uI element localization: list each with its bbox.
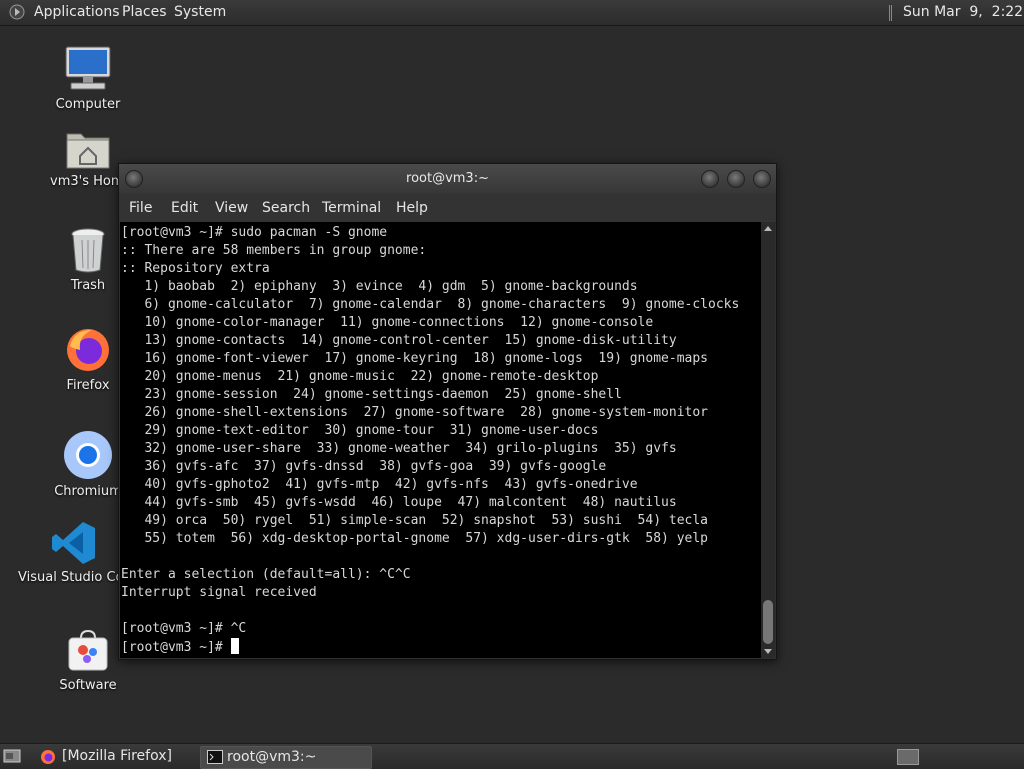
trash-icon (71, 228, 105, 273)
maximize-button[interactable] (727, 170, 745, 188)
taskbar-item-label: root@vm3:~ (227, 749, 317, 765)
menu-help[interactable]: Help (396, 200, 428, 216)
desktop-icon-label: Computer (55, 97, 121, 112)
terminal-line: 49) orca 50) rygel 51) simple-scan 52) s… (144, 513, 708, 528)
software-icon (68, 629, 108, 671)
terminal-line: :: There are 58 members in group gnome: (121, 243, 427, 258)
minimize-button[interactable] (701, 170, 719, 188)
taskbar-item-firefox[interactable]: [Mozilla Firefox] (36, 746, 196, 767)
terminal-line: [root@vm3 ~]# sudo pacman -S gnome (121, 225, 388, 240)
terminal-icon (207, 750, 223, 764)
scroll-down-arrow-icon[interactable] (764, 649, 772, 654)
terminal-line: [root@vm3 ~]# ^C (121, 621, 247, 636)
terminal-line: 29) gnome-text-editor 30) gnome-tour 31)… (144, 423, 599, 438)
system-menu[interactable]: System (174, 4, 226, 20)
terminal-window[interactable]: root@vm3:~ File Edit View Search Termina… (118, 163, 777, 660)
menu-file[interactable]: File (129, 200, 152, 216)
terminal-line: 40) gvfs-gphoto2 41) gvfs-mtp 42) gvfs-n… (144, 477, 638, 492)
terminal-line: 16) gnome-font-viewer 17) gnome-keyring … (144, 351, 708, 366)
computer-icon (65, 46, 111, 90)
terminal-line: 6) gnome-calculator 7) gnome-calendar 8)… (144, 297, 740, 312)
menu-edit[interactable]: Edit (171, 200, 198, 216)
terminal-line: Enter a selection (default=all): ^C^C (121, 567, 411, 582)
vscode-icon (52, 522, 95, 564)
terminal-lines: [root@vm3 ~]# sudo pacman -S gnome :: Th… (121, 225, 739, 636)
terminal-line: 23) gnome-session 24) gnome-settings-dae… (144, 387, 622, 402)
text-cursor (230, 638, 239, 654)
terminal-scrollbar[interactable] (761, 222, 775, 658)
menu-view[interactable]: View (215, 200, 248, 216)
terminal-line: 44) gvfs-smb 45) gvfs-wsdd 46) loupe 47)… (144, 495, 677, 510)
terminal-text: [root@vm3 ~]# sudo pacman -S gnome :: Th… (120, 222, 761, 657)
terminal-line: 36) gvfs-afc 37) gvfs-dnssd 38) gvfs-goa… (144, 459, 607, 474)
terminal-line: :: Repository extra (121, 261, 270, 276)
window-menu-button[interactable] (125, 170, 143, 188)
places-menu[interactable]: Places (122, 4, 167, 20)
show-desktop-icon[interactable] (3, 748, 21, 764)
window-title: root@vm3:~ (406, 171, 489, 186)
close-button[interactable] (753, 170, 771, 188)
desktop-icon-label: Visual Studio Code (18, 570, 118, 585)
applications-menu[interactable]: Applications (34, 4, 120, 20)
desktop-icon-label: Software (59, 678, 117, 693)
terminal-line: 20) gnome-menus 21) gnome-music 22) gnom… (144, 369, 599, 384)
panel-separator-handle (889, 5, 893, 21)
desktop-icon-vscode[interactable]: Visual Studio Code (18, 520, 124, 585)
menu-terminal[interactable]: Terminal (322, 200, 381, 216)
desktop-icon-computer[interactable]: Computer (38, 45, 138, 112)
clock[interactable]: Sun Mar 9, 2:22 PM (903, 4, 1024, 20)
taskbar-item-label: [Mozilla Firefox] (62, 748, 172, 764)
terminal-line: 1) baobab 2) epiphany 3) evince 4) gdm 5… (144, 279, 638, 294)
gnome-foot-icon[interactable] (9, 4, 25, 20)
terminal-line: Interrupt signal received (121, 585, 317, 600)
terminal-prompt: [root@vm3 ~]# (121, 640, 231, 655)
terminal-menubar: File Edit View Search Terminal Help (119, 194, 776, 222)
terminal-output[interactable]: [root@vm3 ~]# sudo pacman -S gnome :: Th… (120, 222, 761, 658)
terminal-line: 32) gnome-user-share 33) gnome-weather 3… (144, 441, 677, 456)
chromium-icon (64, 431, 112, 479)
firefox-icon (67, 329, 109, 371)
terminal-line: 13) gnome-contacts 14) gnome-control-cen… (144, 333, 677, 348)
scrollbar-thumb[interactable] (763, 600, 773, 644)
firefox-icon (41, 750, 55, 764)
window-titlebar[interactable]: root@vm3:~ (119, 164, 776, 194)
terminal-line: 55) totem 56) xdg-desktop-portal-gnome 5… (144, 531, 708, 546)
terminal-line: 26) gnome-shell-extensions 27) gnome-sof… (144, 405, 708, 420)
menu-search[interactable]: Search (262, 200, 310, 216)
taskbar-item-terminal[interactable]: root@vm3:~ (200, 746, 372, 769)
workspace-switcher[interactable] (897, 749, 919, 765)
terminal-line: 10) gnome-color-manager 11) gnome-connec… (144, 315, 654, 330)
top-panel: Applications Places System Sun Mar 9, 2:… (0, 0, 1024, 26)
scroll-up-arrow-icon[interactable] (764, 226, 772, 231)
bottom-panel: [Mozilla Firefox] root@vm3:~ (0, 743, 1024, 769)
home-folder-icon (66, 133, 110, 169)
